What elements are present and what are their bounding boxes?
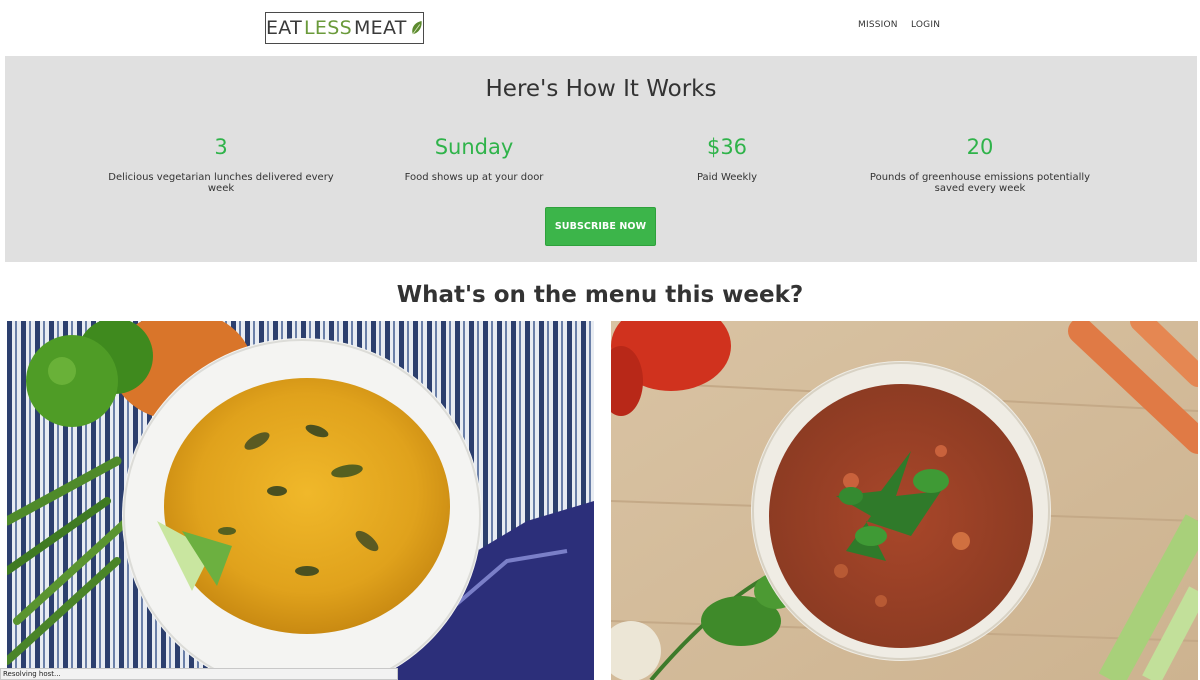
stat-value: $36	[706, 135, 748, 159]
subscribe-now-button[interactable]: SUBSCRIBE NOW	[545, 207, 656, 246]
menu-item-image-soup[interactable]	[611, 321, 1198, 680]
stat-delivery-day: Sunday Food shows up at your door	[359, 134, 589, 183]
stat-description: Delicious vegetarian lunches delivered e…	[108, 172, 334, 194]
menu-item-image-dal[interactable]	[7, 321, 594, 680]
stat-description: Food shows up at your door	[404, 172, 544, 183]
stat-lunches: 3 Delicious vegetarian lunches delivered…	[106, 134, 336, 194]
stat-description: Paid Weekly	[696, 172, 758, 183]
leaf-icon	[411, 20, 422, 35]
browser-status-bar: Resolving host...	[0, 668, 398, 680]
how-it-works-title: Here's How It Works	[485, 76, 717, 102]
stat-emissions: 20 Pounds of greenhouse emissions potent…	[865, 134, 1095, 194]
menu-section-title: What's on the menu this week?	[396, 282, 804, 308]
logo-text-meat: MEAT	[353, 17, 407, 39]
soup-photo	[611, 321, 1198, 680]
dal-photo	[7, 321, 594, 680]
stat-description: Pounds of greenhouse emissions potential…	[869, 172, 1091, 194]
stat-value: Sunday	[434, 135, 514, 159]
stat-value: 20	[966, 135, 994, 159]
logo-text-less: LESS	[304, 17, 352, 39]
nav-login-link[interactable]: LOGIN	[911, 20, 940, 30]
how-it-works-section: Here's How It Works 3 Delicious vegetari…	[5, 56, 1197, 262]
stat-price: $36 Paid Weekly	[612, 134, 842, 183]
site-header: EAT LESS MEAT MISSION LOGIN	[0, 0, 1200, 56]
logo-text-eat: EAT	[266, 17, 303, 39]
site-logo[interactable]: EAT LESS MEAT	[265, 12, 424, 44]
nav-mission-link[interactable]: MISSION	[858, 20, 898, 30]
stat-value: 3	[214, 135, 228, 159]
